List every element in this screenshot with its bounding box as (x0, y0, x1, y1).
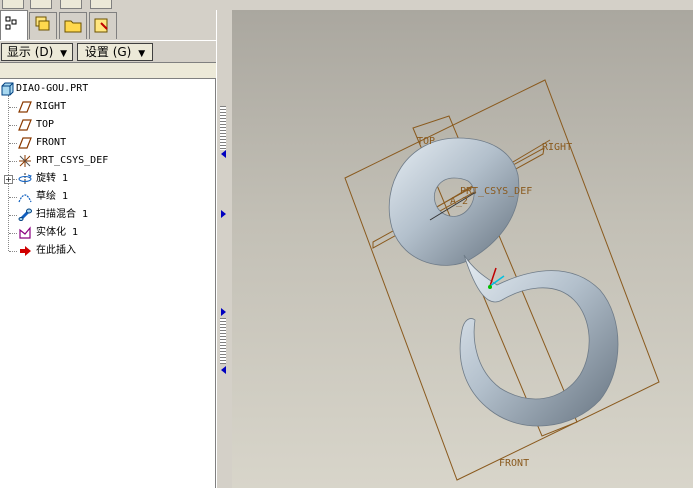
show-menu-label: 显示 (6, 45, 31, 59)
tree-item-label: 实体化 1 (36, 227, 79, 238)
expand-right-icon[interactable] (221, 210, 226, 218)
navigator-tabs (0, 10, 216, 40)
tab-folder-browser[interactable] (59, 12, 87, 39)
solidify-icon (19, 226, 31, 239)
swept-blend-icon (18, 208, 32, 222)
model-view: TOP RIGHT FRONT PRT_CSYS_DEF A_2 (344, 79, 660, 481)
splitter-grip (220, 106, 226, 150)
panel-splitter[interactable] (216, 10, 232, 488)
tree-item-label: TOP (36, 119, 55, 130)
chevron-down-icon: ▼ (138, 49, 146, 59)
model-tree: DIAO-GOU.PRT RIGHT TOP FRONT PRT_CSYS_DE… (0, 79, 216, 488)
front-datum-plane[interactable] (344, 79, 660, 481)
collapse-left-icon[interactable] (221, 366, 226, 374)
collapse-left-icon[interactable] (221, 150, 226, 158)
tab-favorites[interactable] (89, 12, 117, 39)
axis-label: A_2 (450, 196, 468, 207)
tree-item-label: PRT_CSYS_DEF (36, 155, 109, 166)
tab-layers[interactable] (29, 12, 57, 39)
tree-item-label: 扫描混合 1 (36, 209, 89, 220)
revolve-icon (18, 173, 32, 185)
settings-menu-shortcut: (G) (112, 45, 132, 59)
settings-menu-button[interactable]: 设置 (G) ▼ (77, 43, 153, 61)
datum-point-toggle-button[interactable] (60, 0, 82, 9)
settings-menu-label: 设置 (84, 45, 109, 59)
expand-toggle[interactable]: + (4, 175, 13, 184)
favorites-icon (94, 18, 108, 33)
tab-model-tree[interactable] (0, 10, 28, 40)
tree-command-bar: 显示 (D) ▼ 设置 (G) ▼ (0, 40, 216, 63)
datum-plane-icon (18, 119, 32, 131)
show-menu-shortcut: (D) (34, 45, 54, 59)
datum-display-toolbar (0, 0, 230, 10)
tree-item-label: 旋转 1 (36, 173, 69, 184)
csys-icon (19, 155, 31, 167)
front-plane-label: FRONT (499, 458, 529, 469)
tree-item-label: RIGHT (36, 101, 67, 112)
show-menu-button[interactable]: 显示 (D) ▼ (1, 43, 73, 61)
insert-here-icon (20, 246, 31, 256)
splitter-grip (220, 318, 226, 364)
tree-item-label: 草绘 1 (36, 191, 69, 202)
csys-toggle-button[interactable] (90, 0, 112, 9)
chevron-down-icon: ▼ (60, 49, 68, 59)
tree-root-label: DIAO-GOU.PRT (16, 83, 89, 94)
datum-plane-icon (18, 101, 32, 113)
sketch-icon (18, 194, 32, 203)
datum-plane-icon (18, 137, 32, 149)
tree-item-label: 在此插入 (36, 245, 76, 256)
top-plane-label: TOP (417, 136, 435, 147)
right-plane-label: RIGHT (542, 142, 572, 153)
layers-icon (35, 16, 50, 31)
part-icon (1, 82, 14, 96)
datum-planes (344, 79, 660, 481)
model-tree-icon (5, 16, 17, 30)
datum-axis-toggle-button[interactable] (30, 0, 52, 9)
csys-label: PRT_CSYS_DEF (460, 186, 532, 197)
tree-item-label: FRONT (36, 137, 67, 148)
graphics-window[interactable]: TOP RIGHT FRONT PRT_CSYS_DEF A_2 (232, 10, 693, 488)
expand-right-icon[interactable] (221, 308, 226, 316)
datum-plane-toggle-button[interactable] (2, 0, 24, 9)
folder-browser-icon (64, 20, 82, 33)
tree-column-header (0, 62, 216, 79)
